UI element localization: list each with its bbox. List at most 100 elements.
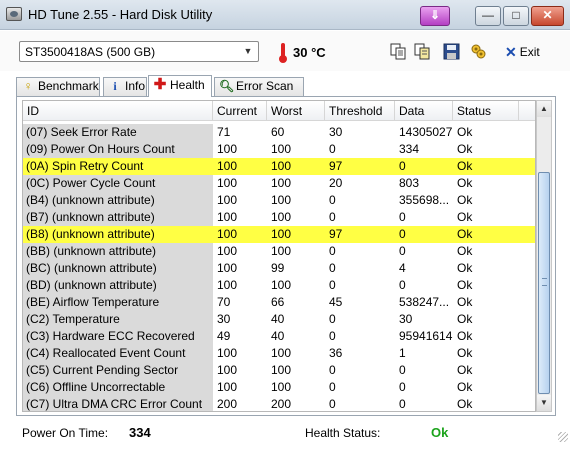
scroll-down-icon[interactable]: ▼ (537, 395, 551, 411)
cell-threshold: 0 (329, 329, 336, 343)
cell-current: 100 (217, 210, 238, 224)
save-icon[interactable] (443, 43, 460, 60)
table-row[interactable]: (C4) Reallocated Event Count 100 100 36 1 Ok (23, 345, 535, 362)
cell-data: 334 (399, 142, 420, 156)
cell-threshold: 20 (329, 176, 343, 190)
cell-worst: 100 (271, 278, 292, 292)
column-header-current[interactable]: Current (213, 101, 267, 121)
copy-icon[interactable] (390, 43, 407, 60)
cell-status: Ok (457, 278, 473, 292)
cell-id: (BD) (unknown attribute) (23, 277, 213, 294)
copy-all-icon[interactable] (414, 43, 431, 60)
health-status-label: Health Status: (305, 426, 381, 440)
cell-threshold: 0 (329, 210, 336, 224)
close-button[interactable]: ✕ (531, 6, 564, 26)
cell-id: (B8) (unknown attribute) (23, 226, 213, 243)
cell-data: 14305027 (399, 125, 453, 139)
cell-worst: 99 (271, 261, 285, 275)
vertical-scrollbar[interactable]: ▲ ▼ (536, 100, 552, 412)
resize-grip[interactable] (558, 432, 568, 442)
table-row[interactable]: (BB) (unknown attribute) 100 100 0 0 Ok (23, 243, 535, 260)
table-row[interactable]: (C5) Current Pending Sector 100 100 0 0 Ok (23, 362, 535, 379)
cell-current: 100 (217, 227, 238, 241)
cell-worst: 60 (271, 125, 285, 139)
cell-current: 100 (217, 380, 238, 394)
tab-benchmark[interactable]: ♀ Benchmark (16, 77, 100, 96)
cell-id: (C5) Current Pending Sector (23, 362, 213, 379)
table-row[interactable]: (BD) (unknown attribute) 100 100 0 0 Ok (23, 277, 535, 294)
download-button[interactable]: ⇓ (420, 6, 450, 26)
table-row[interactable]: (B8) (unknown attribute) 100 100 97 0 Ok (23, 226, 535, 243)
cell-threshold: 0 (329, 244, 336, 258)
table-row[interactable]: (C6) Offline Uncorrectable 100 100 0 0 Ok (23, 379, 535, 396)
status-bar: Power On Time: 334 Health Status: Ok (0, 420, 570, 444)
minimize-button[interactable]: — (475, 6, 501, 26)
cell-threshold: 0 (329, 312, 336, 326)
table-row[interactable]: (C3) Hardware ECC Recovered 49 40 0 95941614… (23, 328, 535, 345)
column-header-status[interactable]: Status (453, 101, 519, 121)
scroll-up-icon[interactable]: ▲ (537, 101, 551, 117)
table-row[interactable]: (0A) Spin Retry Count 100 100 97 0 Ok (23, 158, 535, 175)
column-header-data[interactable]: Data (395, 101, 453, 121)
table-body: (07) Seek Error Rate 71 60 30 14305027 Ok (09)… (23, 124, 535, 411)
scrollbar-thumb[interactable] (538, 172, 550, 394)
table-row[interactable]: (C7) Ultra DMA CRC Error Count 200 200 0 0 Ok (23, 396, 535, 411)
exit-label: Exit (519, 45, 540, 59)
table-row[interactable]: (0C) Power Cycle Count 100 100 20 803 Ok (23, 175, 535, 192)
health-cross-icon: ✚ (153, 76, 167, 93)
drive-select[interactable]: ST3500418AS (500 GB) ▼ (19, 41, 259, 62)
cell-threshold: 0 (329, 142, 336, 156)
exit-button[interactable]: ✕ Exit (505, 44, 540, 61)
tab-health-label: Health (170, 78, 205, 92)
cell-id: (BB) (unknown attribute) (23, 243, 213, 260)
cell-current: 100 (217, 159, 238, 173)
gauge-icon: ♀ (23, 79, 33, 93)
table-row[interactable]: (BE) Airflow Temperature 70 66 45 538247... O… (23, 294, 535, 311)
options-icon[interactable] (470, 43, 487, 60)
cell-status: Ok (457, 397, 473, 411)
cell-data: 1 (399, 346, 406, 360)
cell-status: Ok (457, 142, 473, 156)
maximize-button[interactable]: □ (503, 6, 529, 26)
cell-data: 538247... (399, 295, 450, 309)
cell-current: 100 (217, 193, 238, 207)
cell-data: 0 (399, 227, 406, 241)
table-row[interactable]: (B7) (unknown attribute) 100 100 0 0 Ok (23, 209, 535, 226)
smart-attributes-table: ID Current Worst Threshold Data Status (… (22, 100, 536, 412)
cell-data: 0 (399, 397, 406, 411)
cell-data: 0 (399, 380, 406, 394)
window-title: HD Tune 2.55 - Hard Disk Utility (28, 7, 213, 22)
chevron-down-icon[interactable]: ▼ (240, 44, 256, 59)
cell-worst: 100 (271, 227, 292, 241)
health-panel: ID Current Worst Threshold Data Status (… (16, 96, 556, 416)
cell-worst: 100 (271, 210, 292, 224)
cell-status: Ok (457, 329, 473, 343)
tab-info[interactable]: i Info (103, 77, 147, 96)
cell-threshold: 0 (329, 380, 336, 394)
column-header-threshold[interactable]: Threshold (325, 101, 395, 121)
tab-error-scan[interactable]: 🔍︎ Error Scan (214, 77, 304, 96)
table-row[interactable]: (C2) Temperature 30 40 0 30 Ok (23, 311, 535, 328)
hdd-app-icon (6, 7, 22, 21)
column-header-worst[interactable]: Worst (267, 101, 325, 121)
cell-data: 803 (399, 176, 420, 190)
cell-id: (C7) Ultra DMA CRC Error Count (23, 396, 213, 411)
cell-worst: 40 (271, 329, 285, 343)
table-row[interactable]: (B4) (unknown attribute) 100 100 0 355698...… (23, 192, 535, 209)
cell-id: (C4) Reallocated Event Count (23, 345, 213, 362)
cell-current: 200 (217, 397, 238, 411)
table-row[interactable]: (07) Seek Error Rate 71 60 30 14305027 Ok (23, 124, 535, 141)
tab-health[interactable]: ✚ Health (148, 75, 212, 97)
cell-data: 30 (399, 312, 413, 326)
magnifier-icon: 🔍︎ (219, 79, 235, 93)
table-row[interactable]: (09) Power On Hours Count 100 100 0 334 Ok (23, 141, 535, 158)
cell-current: 100 (217, 346, 238, 360)
column-header-id[interactable]: ID (23, 101, 213, 121)
cell-current: 100 (217, 244, 238, 258)
table-row[interactable]: (BC) (unknown attribute) 100 99 0 4 Ok (23, 260, 535, 277)
cell-status: Ok (457, 312, 473, 326)
cell-threshold: 0 (329, 193, 336, 207)
cell-id: (C2) Temperature (23, 311, 213, 328)
cell-status: Ok (457, 193, 473, 207)
cell-data: 0 (399, 363, 406, 377)
